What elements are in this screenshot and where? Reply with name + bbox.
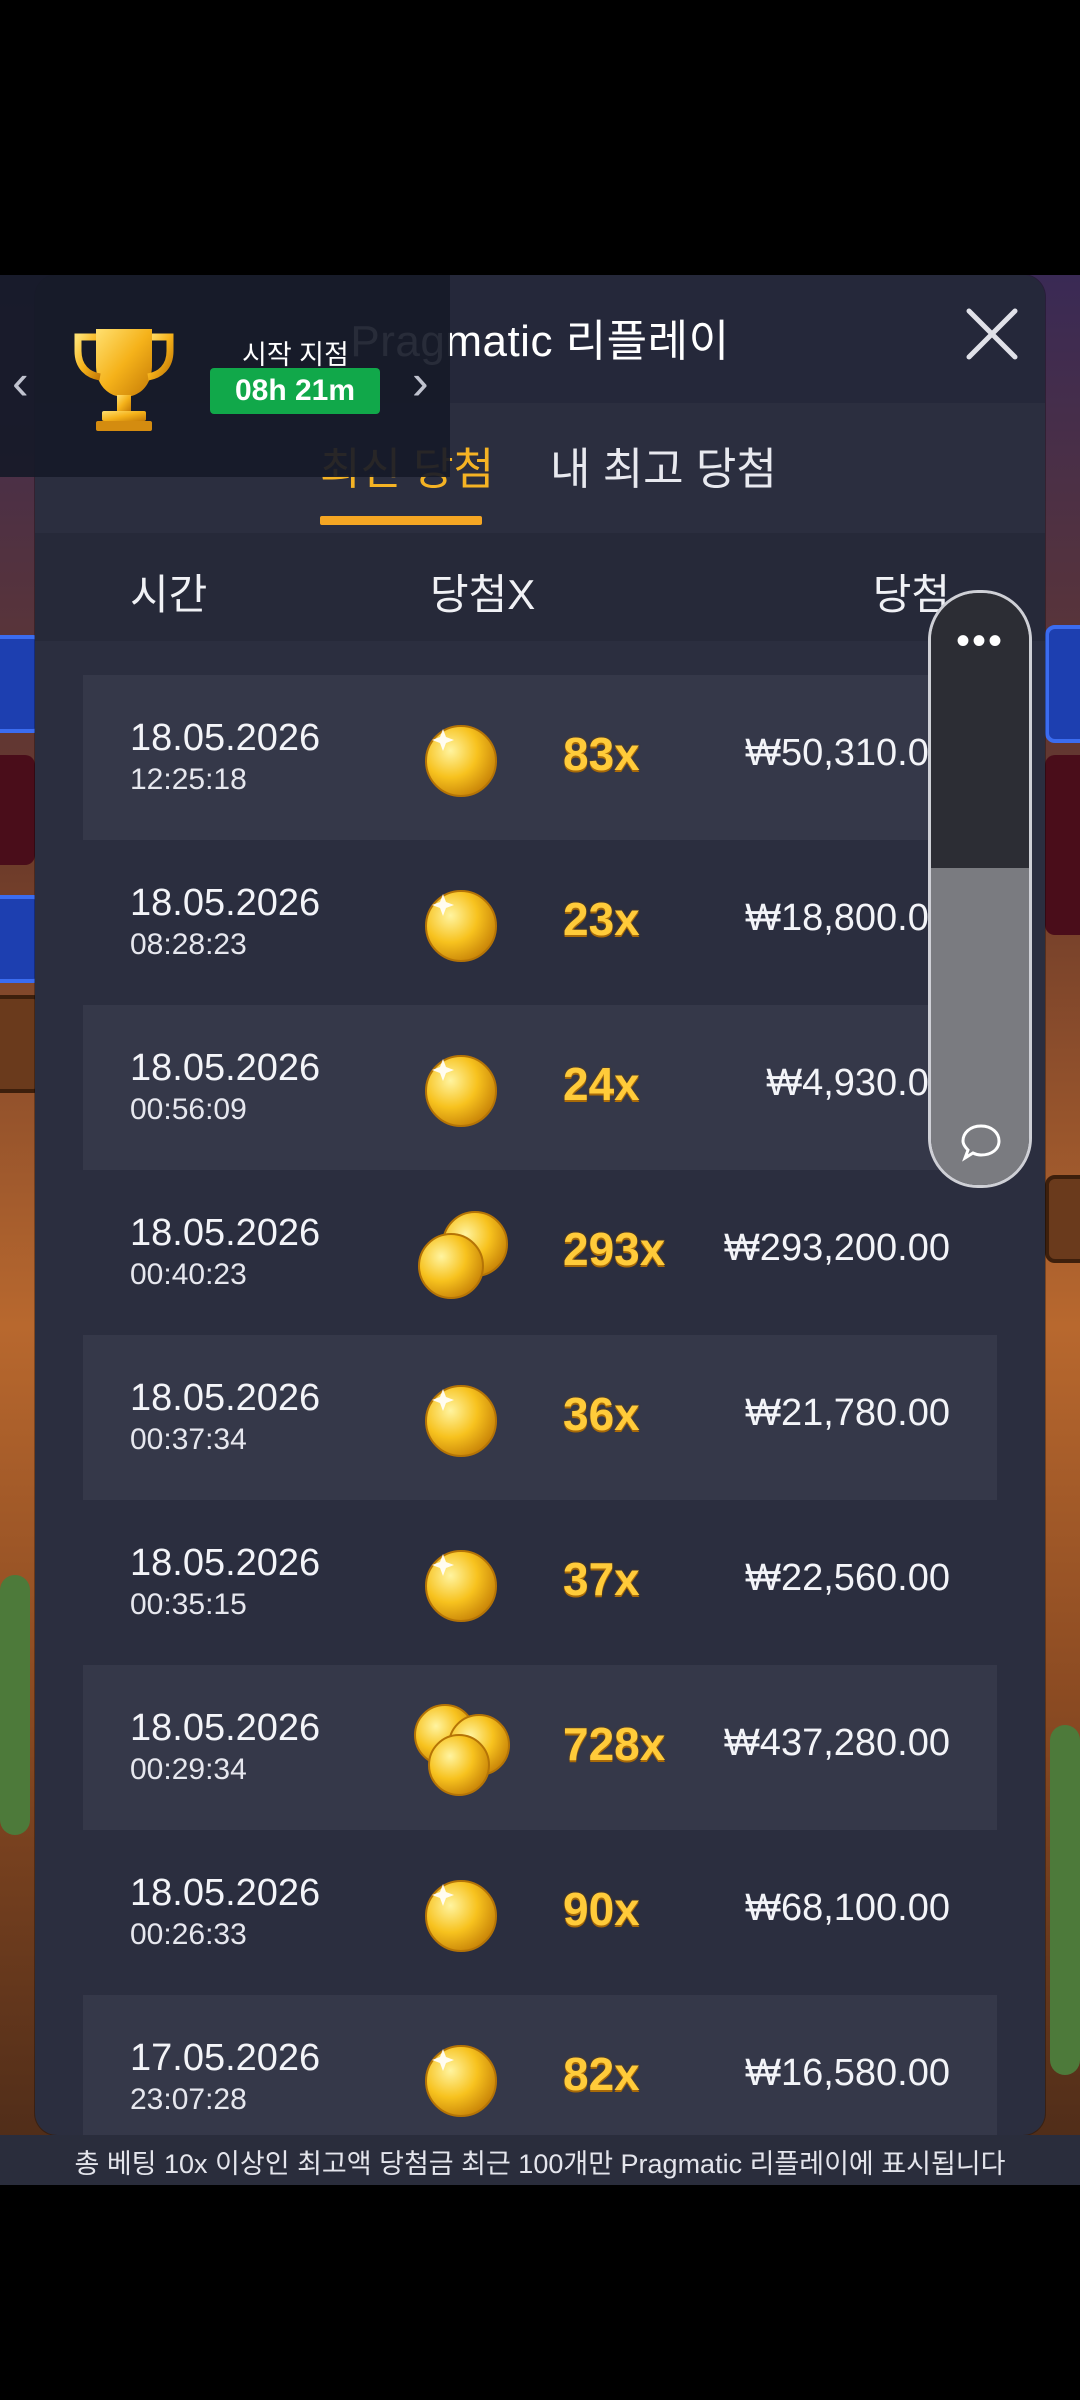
close-button[interactable] [961, 303, 1023, 365]
bg-cactus-right [1050, 1725, 1080, 2075]
win-date: 18.05.2026 [130, 717, 321, 759]
win-amount: ₩4,930.00 [766, 1062, 950, 1104]
win-amount: ₩50,310.00 [745, 732, 950, 774]
win-time: 00:56:09 [130, 1093, 247, 1126]
more-options-icon[interactable]: ••• [931, 619, 1029, 664]
win-multiplier: 293x [563, 1223, 666, 1275]
footer-note: 총 베팅 10x 이상인 최고액 당첨금 최근 100개만 Pragmatic … [74, 2149, 1006, 2179]
column-header: 시간 당첨X 당첨 [35, 533, 1045, 641]
coin-icon [423, 1878, 499, 1954]
bg-reel-right-2 [1045, 755, 1080, 935]
win-amount: ₩68,100.00 [745, 1887, 950, 1929]
win-multiplier: 23x [563, 893, 640, 945]
win-multiplier: 83x [563, 728, 640, 780]
win-row: 18.05.2026 00:37:34 36x ₩21,780.00 [83, 1335, 997, 1500]
win-date: 18.05.2026 [130, 1542, 321, 1584]
win-date: 18.05.2026 [130, 1377, 321, 1419]
win-row: 18.05.2026 12:25:18 83x ₩50,310.00 [83, 675, 997, 840]
win-row: 18.05.2026 00:40:23 293x ₩293,200.00 [83, 1170, 997, 1335]
coin-icon [423, 2043, 499, 2119]
column-time: 시간 [130, 571, 208, 618]
prev-arrow-icon[interactable]: ‹ [12, 353, 29, 411]
win-date: 18.05.2026 [130, 1872, 321, 1914]
win-multiplier: 90x [563, 1883, 640, 1935]
win-date: 18.05.2026 [130, 1212, 321, 1254]
trophy-icon [74, 329, 174, 431]
close-icon [966, 308, 1018, 360]
wins-list: 18.05.2026 12:25:18 83x ₩50,310.00 18.05.202… [83, 675, 997, 2135]
win-multiplier: 37x [563, 1553, 640, 1605]
win-multiplier: 82x [563, 2048, 640, 2100]
column-multiplier: 당첨X [430, 571, 536, 618]
win-time: 23:07:28 [130, 2083, 247, 2116]
win-multiplier: 24x [563, 1058, 640, 1110]
coin-icon [423, 1383, 499, 1459]
win-date: 18.05.2026 [130, 1047, 321, 1089]
win-time: 12:25:18 [130, 763, 247, 796]
coin-icon [413, 1701, 513, 1797]
bg-reel-right-1 [1045, 625, 1080, 743]
replay-panel: Pragmatic 리플레이 최신 당첨 내 최고 당첨 시간 당첨X 당첨 1… [35, 275, 1045, 2135]
coin-icon [423, 888, 499, 964]
win-multiplier: 728x [563, 1718, 666, 1770]
tournament-banner[interactable]: ‹ 시작 지점 08h 21m › [0, 275, 450, 477]
chat-bubble-icon[interactable] [959, 1122, 1003, 1162]
floating-tool-top: ••• [931, 593, 1029, 868]
win-row: 18.05.2026 08:28:23 23x ₩18,800.00 [83, 840, 997, 1005]
win-row: 17.05.2026 23:07:28 82x ₩16,580.00 [83, 1995, 997, 2135]
bg-reel-left-2 [0, 755, 35, 865]
win-amount: ₩437,280.00 [723, 1722, 950, 1764]
bg-reel-right-3 [1045, 1175, 1080, 1263]
floating-assistant-tool[interactable]: ••• [928, 590, 1032, 1188]
win-date: 17.05.2026 [130, 2037, 321, 2079]
win-amount: ₩21,780.00 [745, 1392, 950, 1434]
win-time: 00:35:15 [130, 1588, 247, 1621]
floating-tool-bottom [931, 868, 1029, 1185]
tournament-timer: 08h 21m [210, 368, 380, 414]
bg-cactus-left [0, 1575, 30, 1835]
win-date: 18.05.2026 [130, 1707, 321, 1749]
coin-icon [423, 1053, 499, 1129]
coin-icon [423, 1548, 499, 1624]
next-arrow-icon[interactable]: › [412, 353, 429, 411]
win-amount: ₩293,200.00 [723, 1227, 950, 1269]
win-amount: ₩18,800.00 [745, 897, 950, 939]
win-row: 18.05.2026 00:29:34 728x ₩437,280.00 [83, 1665, 997, 1830]
win-amount: ₩22,560.00 [745, 1557, 950, 1599]
win-multiplier: 36x [563, 1388, 640, 1440]
active-tab-indicator [320, 516, 482, 525]
win-amount: ₩16,580.00 [745, 2052, 950, 2094]
win-row: 18.05.2026 00:35:15 37x ₩22,560.00 [83, 1500, 997, 1665]
tab-my-best-wins[interactable]: 내 최고 당첨 [550, 433, 777, 497]
tournament-start-label: 시작 지점 [242, 340, 349, 370]
win-row: 18.05.2026 00:26:33 90x ₩68,100.00 [83, 1830, 997, 1995]
win-time: 00:37:34 [130, 1423, 247, 1456]
win-time: 08:28:23 [130, 928, 247, 961]
win-date: 18.05.2026 [130, 882, 321, 924]
win-row: 18.05.2026 00:56:09 24x ₩4,930.00 [83, 1005, 997, 1170]
coin-icon [413, 1206, 513, 1302]
coin-icon [423, 723, 499, 799]
win-time: 00:29:34 [130, 1753, 247, 1786]
win-time: 00:40:23 [130, 1258, 247, 1291]
win-time: 00:26:33 [130, 1918, 247, 1951]
